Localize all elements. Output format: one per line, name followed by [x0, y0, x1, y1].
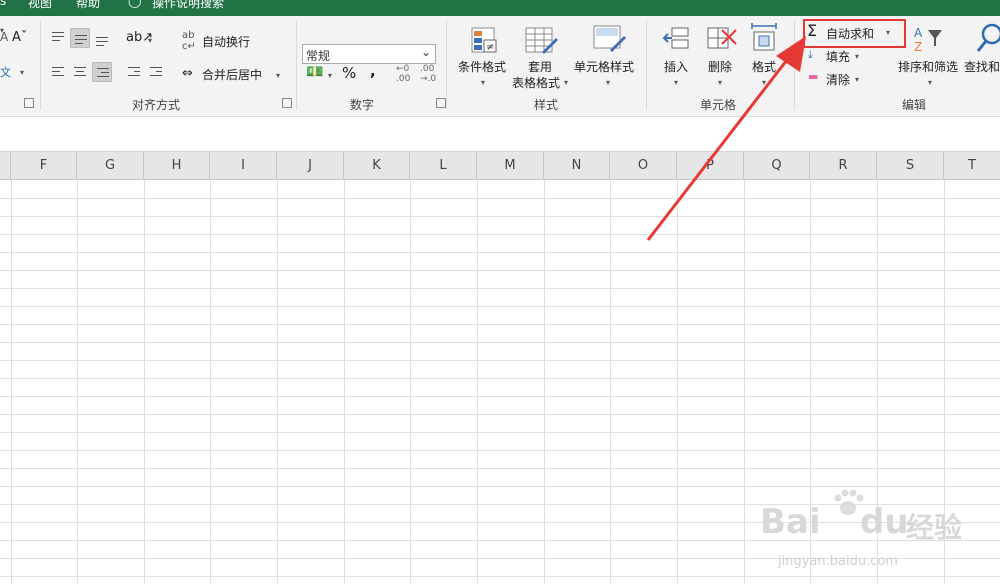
watermark-brand: Bai: [760, 502, 821, 542]
watermark-brand-2: du: [860, 502, 909, 542]
baidu-watermark: Bai du 经验 jingyan.baidu.com: [760, 488, 990, 578]
watermark-url: jingyan.baidu.com: [778, 554, 898, 569]
watermark-brand-3: 经验: [906, 511, 963, 544]
